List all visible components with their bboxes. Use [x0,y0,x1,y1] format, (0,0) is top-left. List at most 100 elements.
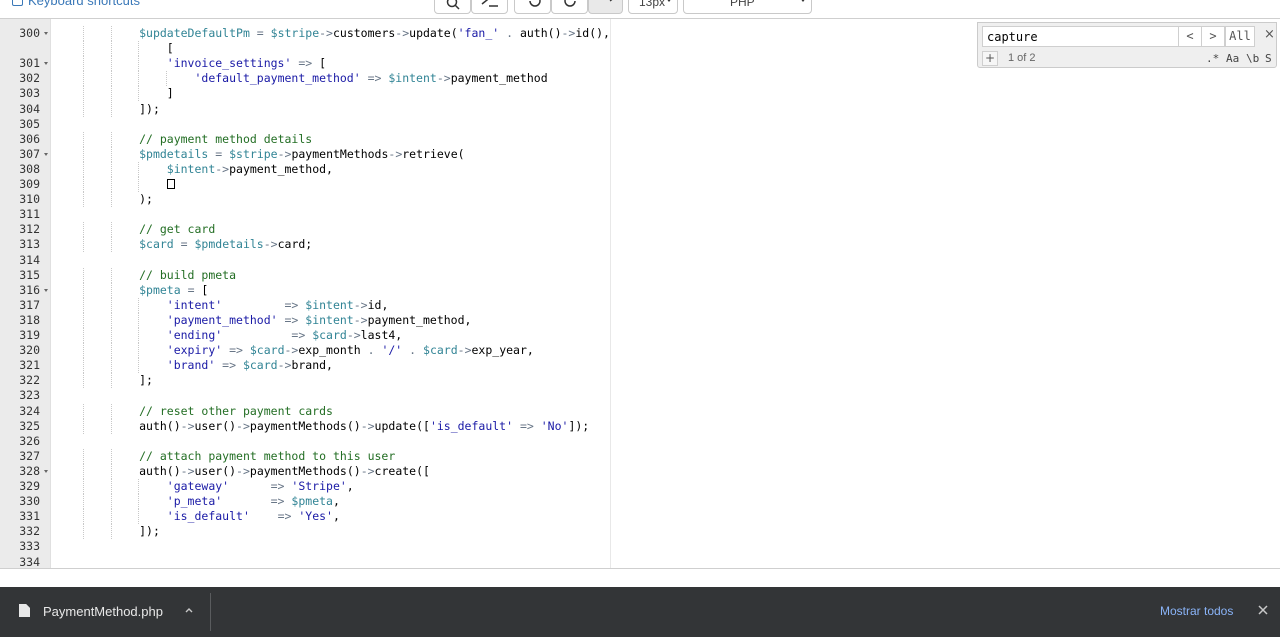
keyboard-shortcuts-link[interactable]: Keyboard shortcuts [12,0,140,8]
code-text[interactable]: $updateDefaultPm = $stripe->customers->u… [56,26,610,41]
code-text[interactable]: ); [56,192,153,207]
code-text[interactable]: $pmeta = [ [56,283,208,298]
code-token: -> [457,343,472,358]
code-text[interactable]: 'default_payment_method' => $intent->pay… [56,71,547,86]
code-token: $card [139,237,174,252]
file-icon [19,604,30,617]
code-token: $stripe [229,146,278,161]
fold-toggle-icon[interactable] [44,288,48,292]
download-file-name[interactable]: PaymentMethod.php [43,604,163,619]
code-token: => [277,312,306,327]
line-number: 331 [19,509,40,524]
code-token: -> [561,26,576,40]
code-token: 'expiry' [166,343,223,358]
code-token: -> [236,418,250,433]
code-text[interactable]: 'brand' => $card->brand, [56,358,333,373]
line-number: 332 [19,524,40,539]
code-text[interactable]: 'is_default' => 'Yes', [56,509,340,524]
line-number: 330 [19,494,40,509]
language-select[interactable]: PHP [683,0,812,14]
line-number: 323 [19,388,40,403]
code-text[interactable]: // attach payment method to this user [56,449,395,464]
line-number: 309 [19,177,40,191]
fold-toggle-icon[interactable] [44,469,48,473]
code-token: => [215,358,243,373]
code-token: [ [166,41,174,56]
terminal-icon [481,0,498,7]
code-line: 307 $pmdetails = $stripe->paymentMethods… [0,146,1280,162]
code-text[interactable]: // reset other payment cards [56,404,333,419]
code-text[interactable]: ]); [56,102,160,117]
code-text[interactable]: auth()->user()->paymentMethods()->create… [56,464,430,479]
code-token: paymentMethods() [249,418,361,433]
terminal-button[interactable] [471,0,508,14]
code-text[interactable]: $intent->payment_method, [56,162,333,177]
fold-toggle-icon[interactable] [44,62,48,66]
code-token: // build pmeta [139,267,237,282]
code-line: 310 ); [0,192,1280,208]
undo-button[interactable] [514,0,551,14]
toggle-replace-button[interactable]: + [982,51,998,66]
regex-toggle[interactable]: .* [1206,51,1219,67]
code-token: customers [332,26,396,40]
code-token: ]); [139,101,160,116]
code-line: 320 'expiry' => $card->exp_month . '/' .… [0,343,1280,359]
code-text[interactable]: ] [56,86,174,101]
close-icon[interactable] [1256,603,1270,617]
code-token: ]; [139,373,153,388]
code-text[interactable]: auth()->user()->paymentMethods()->update… [56,419,589,434]
line-number: 321 [19,358,40,373]
code-line: 331 'is_default' => 'Yes', [0,509,1280,525]
whole-word-toggle[interactable]: \b [1246,51,1259,67]
line-number: 328 [19,463,40,478]
code-text[interactable]: 'invoice_settings' => [ [56,56,326,71]
code-text[interactable] [56,177,175,192]
code-token: $pmeta [139,282,181,297]
font-size-select[interactable]: 13px [628,0,678,14]
code-text[interactable]: $pmdetails = $stripe->paymentMethods->re… [56,146,464,162]
code-token: $intent [305,312,354,327]
fold-toggle-icon[interactable] [44,32,48,35]
code-text[interactable]: 'payment_method' => $intent->payment_met… [56,312,472,328]
chevron-up-icon[interactable] [183,604,195,616]
search-button[interactable] [434,0,471,14]
search-input[interactable] [982,26,1179,47]
line-number: 304 [19,101,40,116]
code-token: update([ [374,418,430,433]
code-text[interactable]: ]; [56,373,153,388]
code-token: . [360,343,382,358]
code-text[interactable]: // build pmeta [56,268,236,283]
fold-toggle-icon[interactable] [44,152,48,156]
line-number: 326 [19,433,40,448]
code-text[interactable]: 'p_meta' => $pmeta, [56,494,340,509]
code-editor[interactable]: 300 $updateDefaultPm = $stripe->customer… [0,18,1280,569]
show-all-downloads-link[interactable]: Mostrar todos [1160,604,1233,618]
code-text[interactable]: [ [56,41,174,56]
code-line: 306 // payment method details [0,131,1280,147]
code-token: = [173,237,195,252]
code-text[interactable]: // payment method details [56,132,312,147]
code-text[interactable]: 'ending' => $card->last4, [56,328,402,343]
find-all-button[interactable]: All [1225,26,1255,47]
search-in-selection-toggle[interactable]: S [1265,51,1272,67]
find-previous-button[interactable]: < [1178,26,1202,47]
close-search-button[interactable]: × [1264,27,1275,42]
wrap-toggle-button[interactable] [588,0,623,14]
code-token: $card [249,343,285,358]
code-line: 317 'intent' => $intent->id, [0,297,1280,313]
code-token: -> [353,312,368,327]
case-sensitive-toggle[interactable]: Aa [1226,51,1239,67]
redo-button[interactable] [551,0,588,14]
code-text[interactable]: 'gateway' => 'Stripe', [56,479,354,494]
find-next-button[interactable]: > [1201,26,1225,47]
code-text[interactable]: 'expiry' => $card->exp_month . '/' . $ca… [56,343,534,358]
code-line: 326 [0,434,1280,449]
code-token: 'brand' [166,358,216,373]
code-text[interactable]: ]); [56,524,160,539]
code-text[interactable]: 'intent' => $intent->id, [56,298,389,313]
code-text[interactable]: $card = $pmdetails->card; [56,237,312,252]
code-token: -> [360,418,375,433]
code-token: -> [180,463,195,478]
code-token: , [346,479,354,493]
code-text[interactable]: // get card [56,222,215,237]
